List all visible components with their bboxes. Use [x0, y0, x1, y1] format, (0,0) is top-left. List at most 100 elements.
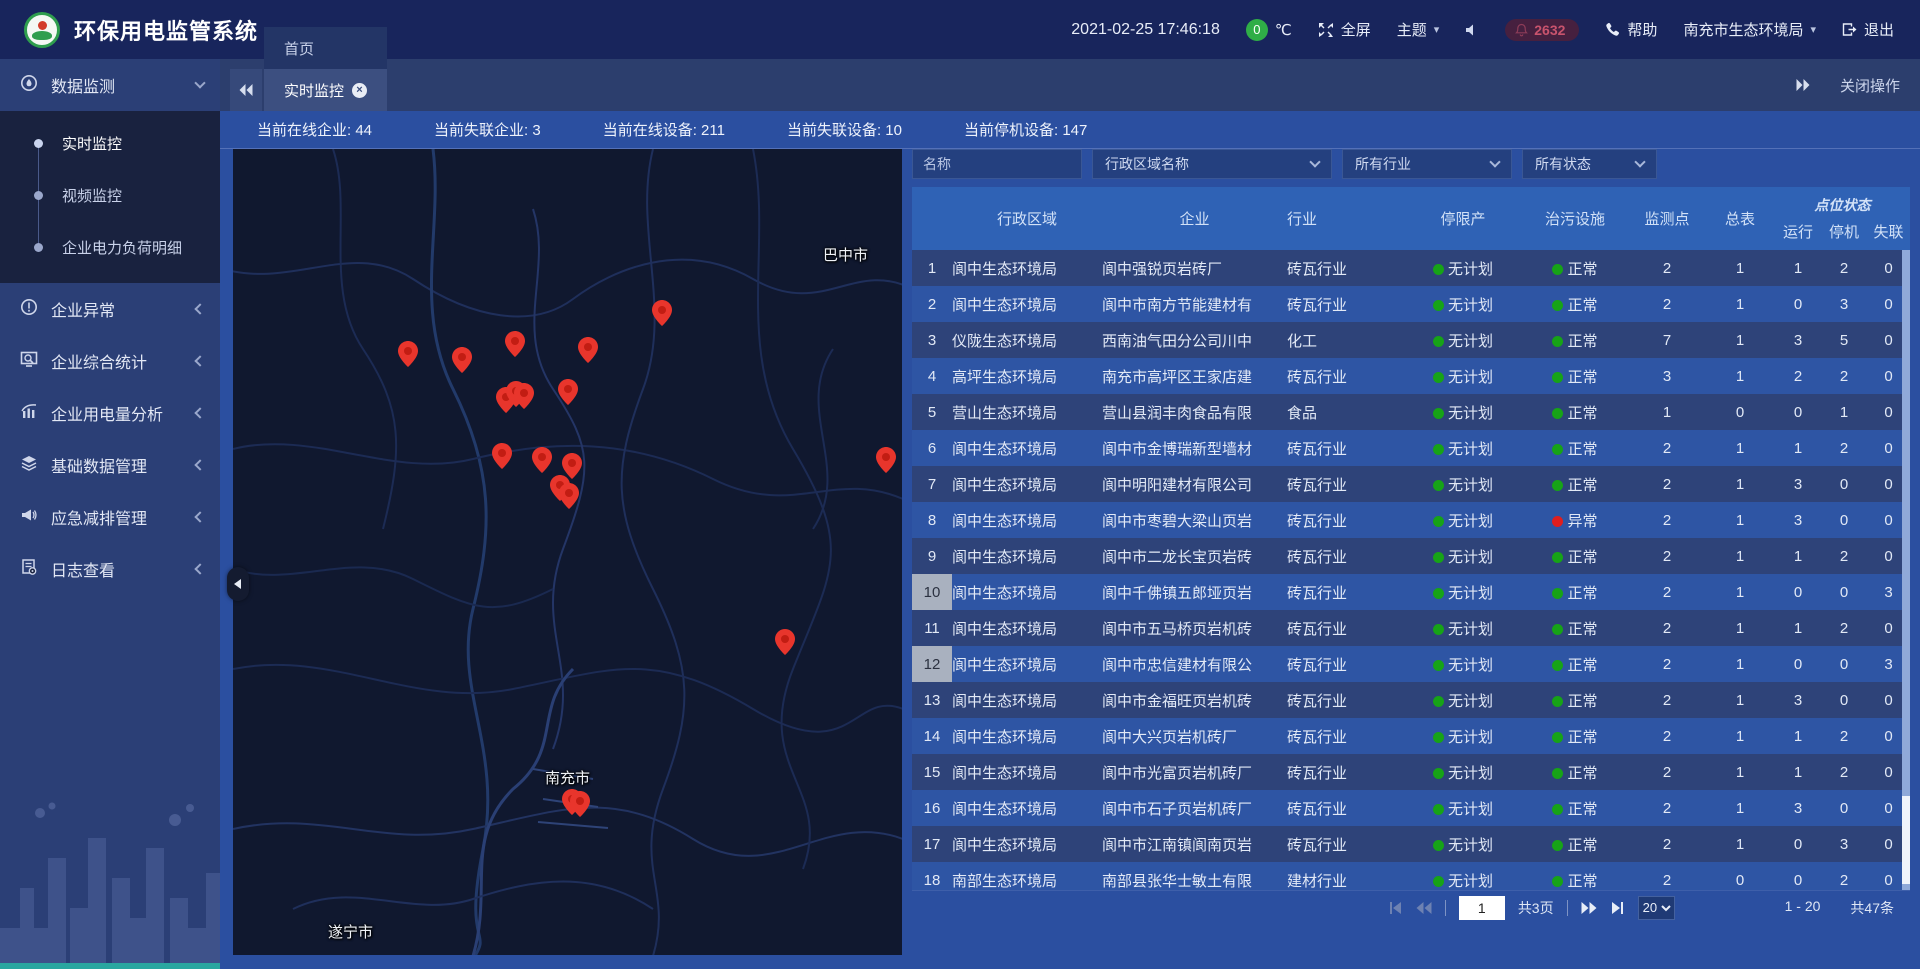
col-header-lost: 失联 — [1867, 221, 1910, 242]
sidebar-item-label: 视频监控 — [62, 185, 122, 206]
close-icon[interactable]: × — [352, 83, 367, 98]
cell-industry: 化工 — [1287, 330, 1405, 351]
name-filter-input[interactable] — [912, 149, 1082, 179]
sidebar-group-5[interactable]: 应急减排管理 — [0, 491, 220, 543]
cell-halt-count: 2 — [1821, 548, 1867, 565]
table-row[interactable]: 7阆中生态环境局阆中明阳建材有限公司砖瓦行业无计划正常21300 — [912, 466, 1910, 502]
sidebar-group-6[interactable]: 日志查看 — [0, 543, 220, 595]
table-row[interactable]: 17阆中生态环境局阆中市江南镇阆南页岩砖瓦行业无计划正常21030 — [912, 826, 1910, 862]
cell-stop-status: 无计划 — [1405, 510, 1521, 531]
next-page-icon — [1581, 902, 1597, 914]
map-pin-icon[interactable] — [570, 791, 590, 817]
table-row[interactable]: 14阆中生态环境局阆中大兴页岩机砖厂砖瓦行业无计划正常21120 — [912, 718, 1910, 754]
cell-monitor-count: 2 — [1629, 656, 1705, 673]
help-button[interactable]: 帮助 — [1605, 19, 1657, 40]
cell-region: 阆中生态环境局 — [952, 618, 1102, 639]
page-number-input[interactable] — [1459, 896, 1505, 920]
prev-page-button[interactable] — [1416, 902, 1432, 914]
table-row[interactable]: 5营山生态环境局营山县润丰肉食品有限食品无计划正常10010 — [912, 394, 1910, 430]
table-row[interactable]: 3仪陇生态环境局西南油气田分公司川中化工无计划正常71350 — [912, 322, 1910, 358]
table-row[interactable]: 12阆中生态环境局阆中市忠信建材有限公砖瓦行业无计划正常21003 — [912, 646, 1910, 682]
theme-dropdown[interactable]: 主题 ▾ — [1397, 19, 1440, 40]
map-pin-icon[interactable] — [876, 447, 896, 473]
chart-icon — [20, 402, 38, 425]
map-pin-icon[interactable] — [532, 447, 552, 473]
cell-company: 阆中市枣碧大梁山页岩 — [1102, 510, 1287, 531]
table-row[interactable]: 6阆中生态环境局阆中市金博瑞新型墙材砖瓦行业无计划正常21120 — [912, 430, 1910, 466]
table-row[interactable]: 16阆中生态环境局阆中市石子页岩机砖厂砖瓦行业无计划正常21300 — [912, 790, 1910, 826]
scrollbar-thumb[interactable] — [1902, 796, 1910, 884]
industry-filter-select[interactable]: 所有行业 — [1342, 149, 1512, 179]
pagination-divider — [1567, 900, 1568, 916]
cell-halt-count: 2 — [1821, 764, 1867, 781]
mute-button[interactable] — [1465, 23, 1479, 37]
map-pin-icon[interactable] — [514, 383, 534, 409]
tab-首页[interactable]: 首页 — [264, 27, 387, 69]
cell-region: 阆中生态环境局 — [952, 582, 1102, 603]
status-dot-green — [1433, 264, 1444, 275]
table-row[interactable]: 10阆中生态环境局阆中千佛镇五郎垭页岩砖瓦行业无计划正常21003 — [912, 574, 1910, 610]
map-pin-icon[interactable] — [398, 341, 418, 367]
map-pin-icon[interactable] — [652, 300, 672, 326]
cell-monitor-count: 3 — [1629, 368, 1705, 385]
organization-dropdown[interactable]: 南充市生态环境局 ▾ — [1683, 19, 1816, 40]
cell-stop-status: 无计划 — [1405, 654, 1521, 675]
last-page-button[interactable] — [1610, 902, 1625, 914]
table-row[interactable]: 2阆中生态环境局阆中市南方节能建材有砖瓦行业无计划正常21030 — [912, 286, 1910, 322]
col-header-run: 运行 — [1775, 221, 1821, 242]
close-operations-button[interactable]: 关闭操作 — [1840, 75, 1900, 96]
cell-meter-count: 1 — [1705, 548, 1775, 565]
tabs-scroll-left-button[interactable] — [230, 69, 262, 111]
map-pin-icon[interactable] — [452, 347, 472, 373]
cell-stop-status: 无计划 — [1405, 870, 1521, 891]
sidebar-item-视频监控[interactable]: 视频监控 — [0, 169, 220, 221]
fullscreen-button[interactable]: 全屏 — [1318, 19, 1371, 40]
table-scrollbar[interactable] — [1902, 250, 1910, 890]
double-chevron-right-icon[interactable] — [1796, 79, 1810, 91]
status-dot-green — [1433, 804, 1444, 815]
table-row[interactable]: 18南部生态环境局南部县张华士敏土有限建材行业无计划正常20020 — [912, 862, 1910, 890]
next-page-button[interactable] — [1581, 902, 1597, 914]
sidebar-group-label: 企业用电量分析 — [51, 401, 183, 425]
cell-company: 阆中市忠信建材有限公 — [1102, 654, 1287, 675]
table-row[interactable]: 11阆中生态环境局阆中市五马桥页岩机砖砖瓦行业无计划正常21120 — [912, 610, 1910, 646]
sidebar-group-2[interactable]: 企业综合统计 — [0, 335, 220, 387]
status-dot-green — [1433, 588, 1444, 599]
sidebar-collapse-button[interactable] — [227, 567, 249, 601]
map-canvas[interactable]: 巴中市南充市遂宁市 — [233, 149, 902, 955]
table-row[interactable]: 1阆中生态环境局阆中强锐页岩砖厂砖瓦行业无计划正常21120 — [912, 250, 1910, 286]
chevron-down-icon: ▾ — [1434, 23, 1440, 36]
page-size-select[interactable]: 20 — [1638, 896, 1675, 920]
cell-meter-count: 1 — [1705, 332, 1775, 349]
logout-button[interactable]: 退出 — [1842, 19, 1894, 40]
sidebar-group-label: 基础数据管理 — [51, 453, 183, 477]
sidebar-item-企业电力负荷明细[interactable]: 企业电力负荷明细 — [0, 221, 220, 273]
sidebar-item-实时监控[interactable]: 实时监控 — [0, 117, 220, 169]
status-filter-select[interactable]: 所有状态 — [1522, 149, 1657, 179]
cell-meter-count: 1 — [1705, 728, 1775, 745]
cell-run-count: 3 — [1775, 332, 1821, 349]
row-index: 6 — [912, 430, 952, 466]
table-row[interactable]: 9阆中生态环境局阆中市二龙长宝页岩砖砖瓦行业无计划正常21120 — [912, 538, 1910, 574]
sidebar-group-1[interactable]: 企业异常 — [0, 283, 220, 335]
map-pin-icon[interactable] — [492, 443, 512, 469]
map-pin-icon[interactable] — [505, 331, 525, 357]
cell-industry: 砖瓦行业 — [1287, 294, 1405, 315]
notifications-button[interactable]: 2632 — [1505, 19, 1579, 41]
map-pin-icon[interactable] — [558, 379, 578, 405]
sidebar-group-3[interactable]: 企业用电量分析 — [0, 387, 220, 439]
tab-label: 首页 — [284, 38, 314, 59]
sidebar-group-0[interactable]: 数据监测 — [0, 59, 220, 111]
cell-halt-count: 5 — [1821, 332, 1867, 349]
table-row[interactable]: 8阆中生态环境局阆中市枣碧大梁山页岩砖瓦行业无计划异常21300 — [912, 502, 1910, 538]
tab-实时监控[interactable]: 实时监控× — [264, 69, 387, 111]
first-page-button[interactable] — [1388, 902, 1403, 914]
table-row[interactable]: 13阆中生态环境局阆中市金福旺页岩机砖砖瓦行业无计划正常21300 — [912, 682, 1910, 718]
map-pin-icon[interactable] — [559, 483, 579, 509]
map-pin-icon[interactable] — [775, 629, 795, 655]
region-filter-select[interactable]: 行政区域名称 — [1092, 149, 1332, 179]
table-row[interactable]: 4高坪生态环境局南充市高坪区王家店建砖瓦行业无计划正常31220 — [912, 358, 1910, 394]
table-row[interactable]: 15阆中生态环境局阆中市光富页岩机砖厂砖瓦行业无计划正常21120 — [912, 754, 1910, 790]
map-pin-icon[interactable] — [578, 337, 598, 363]
sidebar-group-4[interactable]: 基础数据管理 — [0, 439, 220, 491]
